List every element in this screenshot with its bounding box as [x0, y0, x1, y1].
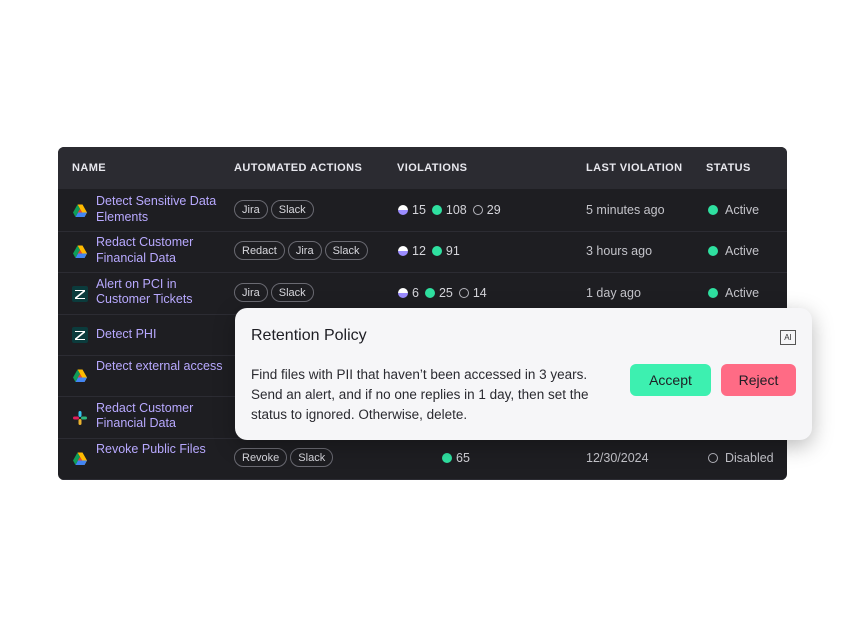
last-violation: 12/30/2024 — [586, 450, 649, 465]
violation-number: 29 — [486, 203, 501, 217]
violation-number: 65 — [456, 450, 470, 465]
violation-counts: 15 108 29 — [398, 203, 507, 218]
google-drive-icon — [72, 244, 88, 260]
retention-policy-popup: Retention Policy AI Find files with PII … — [235, 308, 812, 440]
action-tags: Redact Jira Slack — [234, 241, 371, 261]
green-dot-icon — [424, 287, 435, 298]
rule-name-link[interactable]: Redact Customer Financial Data — [96, 401, 226, 432]
status-dot-icon — [708, 205, 718, 215]
half-dot-icon — [398, 287, 408, 298]
violation-count: 91 — [431, 244, 460, 259]
violation-count: 29 — [472, 203, 501, 217]
rule-name-link[interactable]: Alert on PCI in Customer Tickets — [96, 277, 226, 308]
header-automated-actions[interactable]: AUTOMATED ACTIONS — [234, 162, 362, 174]
status-dot-icon — [708, 287, 718, 298]
rule-name-link[interactable]: Detect external access — [96, 359, 226, 375]
action-tag: Revoke — [234, 447, 288, 467]
status-dot-icon — [708, 452, 718, 463]
half-dot-icon — [398, 205, 408, 215]
google-drive-icon — [72, 368, 88, 384]
header-name[interactable]: NAME — [72, 162, 106, 174]
status-label: Active — [725, 244, 760, 259]
action-tag: Jira — [234, 200, 268, 219]
violation-count: 12 — [398, 244, 426, 258]
action-tag: Slack — [270, 282, 314, 302]
status-label: Active — [725, 285, 760, 300]
green-dot-icon — [431, 246, 442, 257]
status-badge: Disabled — [708, 451, 774, 465]
status-label: Active — [725, 203, 760, 217]
ring-dot-icon — [458, 287, 469, 298]
action-tags: Revoke Slack — [234, 447, 336, 467]
violation-number: 91 — [445, 244, 460, 259]
violation-counts: 12 91 — [398, 244, 466, 259]
violation-counts: 6 25 14 — [398, 286, 493, 301]
violation-number: 25 — [438, 285, 453, 300]
accept-button[interactable]: Accept — [630, 364, 711, 396]
popup-title: Retention Policy — [251, 327, 367, 344]
violation-number: 14 — [472, 285, 487, 300]
last-violation: 3 hours ago — [586, 244, 653, 259]
google-drive-icon — [72, 451, 88, 467]
table-row[interactable]: Redact Customer Financial Data Redact Jira… — [58, 231, 787, 274]
rule-name-link[interactable]: Revoke Public Files — [96, 442, 226, 458]
table-row[interactable]: Detect Sensitive Data Elements Jira Slack 1… — [58, 190, 787, 232]
violation-count: 25 — [424, 285, 453, 300]
popup-description: Find files with PII that haven’t been ac… — [251, 367, 589, 422]
header-status[interactable]: STATUS — [706, 162, 751, 174]
table-header: NAME AUTOMATED ACTIONS VIOLATIONS LAST V… — [58, 147, 787, 189]
last-violation: 1 day ago — [586, 285, 641, 300]
ai-badge-icon: AI — [780, 330, 796, 345]
action-tag: Slack — [324, 241, 368, 261]
green-dot-icon — [431, 205, 442, 215]
action-tags: Jira Slack — [234, 200, 317, 219]
action-tag: Jira — [234, 282, 268, 302]
status-dot-icon — [708, 246, 718, 257]
action-tags: Jira Slack — [234, 282, 317, 302]
violation-count: 15 — [398, 203, 426, 217]
violation-number: 12 — [412, 244, 426, 259]
header-violations[interactable]: VIOLATIONS — [397, 162, 467, 174]
zendesk-icon — [72, 285, 88, 302]
violation-number: 15 — [412, 203, 426, 217]
reject-button[interactable]: Reject — [721, 364, 796, 396]
rule-name-link[interactable]: Detect Sensitive Data Elements — [96, 194, 226, 225]
slack-icon — [72, 410, 88, 426]
header-last-violation[interactable]: LAST VIOLATION — [586, 162, 682, 174]
violation-counts: 65 — [442, 451, 476, 466]
violation-number: 108 — [445, 203, 467, 217]
action-tag: Slack — [290, 447, 334, 467]
violation-count: 65 — [442, 451, 470, 465]
violation-count: 6 — [398, 286, 419, 300]
violation-count: 14 — [458, 285, 487, 300]
status-label: Disabled — [725, 450, 774, 465]
last-violation: 5 minutes ago — [586, 203, 665, 217]
google-drive-icon — [72, 203, 88, 219]
violation-number: 6 — [412, 285, 419, 300]
status-badge: Active — [708, 244, 759, 258]
action-tag: Jira — [287, 241, 322, 261]
half-dot-icon — [398, 246, 408, 257]
status-badge: Active — [708, 286, 759, 300]
table-row[interactable]: Revoke Public Files Revoke Slack 65 12/30/20… — [58, 438, 787, 480]
status-badge: Active — [708, 203, 759, 217]
rule-name-link[interactable]: Detect PHI — [96, 327, 226, 343]
rule-name-link[interactable]: Redact Customer Financial Data — [96, 235, 226, 266]
ring-dot-icon — [472, 205, 483, 215]
violation-count: 108 — [431, 203, 467, 217]
action-tag: Slack — [270, 200, 314, 219]
zendesk-icon — [72, 326, 88, 343]
action-tag: Redact — [234, 241, 285, 261]
green-dot-icon — [442, 452, 452, 463]
